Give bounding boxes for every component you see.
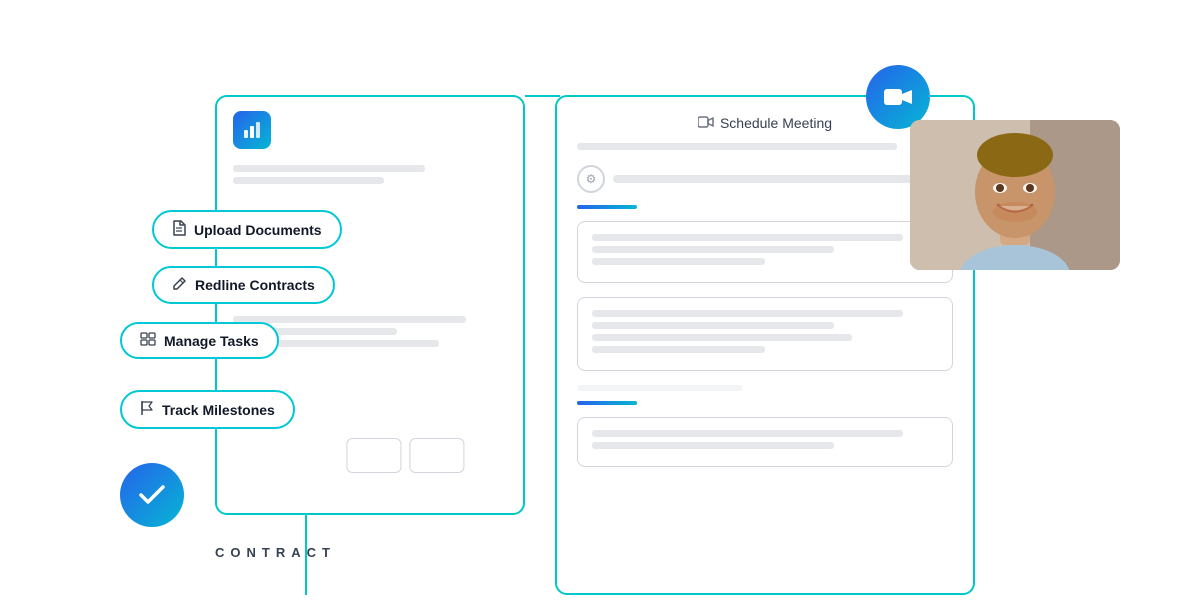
right-card-3 [577,417,953,467]
left-window-lines [217,159,523,190]
redline-contracts-label: Redline Contracts [195,277,315,293]
card-line [592,322,834,329]
card-line [592,334,852,341]
blue-accent-line [577,205,637,209]
scene: Schedule Meeting ⚙ [0,0,1200,600]
upload-documents-button[interactable]: Upload Documents [152,210,342,249]
card-line [592,310,903,317]
schedule-meeting-button[interactable]: Schedule Meeting [698,115,832,131]
left-window-header [217,97,523,159]
mini-box-1 [346,438,401,473]
card-line [592,258,765,265]
card-line [592,346,765,353]
content-line [233,177,384,184]
blue-accent-line-2 [577,401,637,405]
card-line [592,234,903,241]
check-circle [120,463,184,527]
redline-contracts-button[interactable]: Redline Contracts [152,266,335,304]
line-after-gear [613,175,953,183]
video-icon-small [698,116,714,131]
app-icon [233,111,271,149]
content-line [233,165,425,172]
separator-line [577,385,743,391]
contract-label: CONTRACT [215,545,336,560]
schedule-meeting-label: Schedule Meeting [720,115,832,131]
card-line [592,246,834,253]
document-icon [172,220,186,239]
left-window [215,95,525,515]
edit-icon [172,276,187,294]
mini-boxes [346,438,464,473]
manage-tasks-button[interactable]: Manage Tasks [120,322,279,359]
card-2-lines [592,310,938,353]
manage-tasks-label: Manage Tasks [164,333,259,349]
tasks-icon [140,332,156,349]
person-avatar [910,120,1120,270]
gear-icon: ⚙ [577,165,605,193]
card-line [592,430,903,437]
connector-line-h-top [525,95,560,97]
top-line-1 [577,143,897,150]
track-milestones-button[interactable]: Track Milestones [120,390,295,429]
right-card-1 [577,221,953,283]
card-line [592,442,834,449]
card-1-lines [592,234,938,265]
flag-icon [140,400,154,419]
track-milestones-label: Track Milestones [162,402,275,418]
right-card-2 [577,297,953,371]
upload-documents-label: Upload Documents [194,222,322,238]
person-background [910,120,1120,270]
card-3-lines [592,430,938,449]
content-line [233,316,466,323]
mini-box-2 [409,438,464,473]
